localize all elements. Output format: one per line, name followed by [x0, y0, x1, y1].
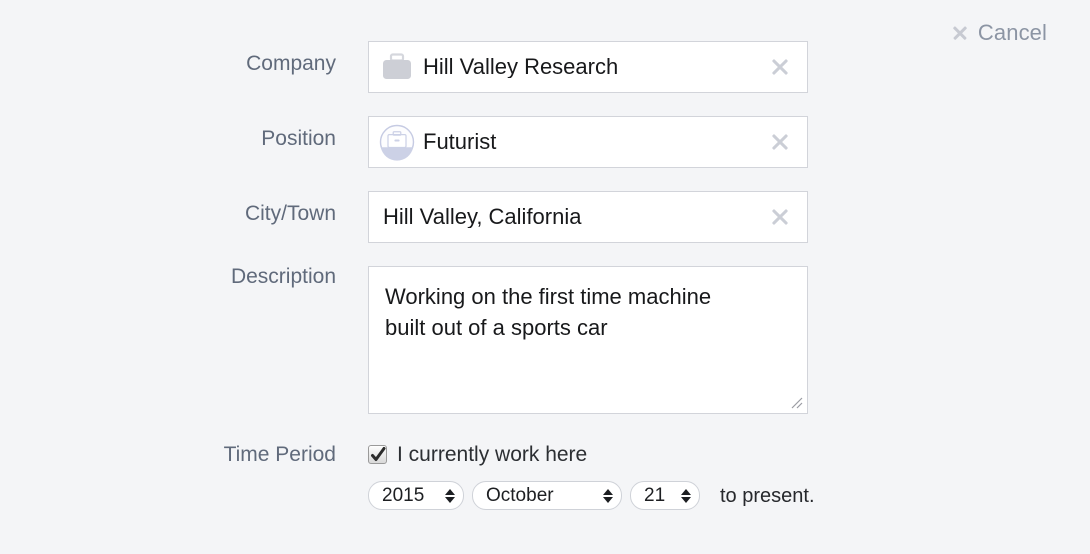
field-row-company: Company Hill Valley Research: [0, 41, 808, 93]
field-label-city: City/Town: [244, 202, 336, 225]
updown-arrows-icon: [675, 488, 699, 503]
field-label-position: Position: [261, 127, 336, 150]
position-input[interactable]: Futurist: [368, 116, 808, 168]
description-textarea-value: Working on the first time machine built …: [385, 284, 712, 340]
field-label-description: Description: [230, 265, 336, 288]
position-clear-icon[interactable]: [767, 129, 793, 155]
field-label-time-period: Time Period: [223, 443, 336, 466]
start-date-row: 2015 October 21 to present.: [368, 481, 1028, 510]
city-input[interactable]: Hill Valley, California: [368, 191, 808, 243]
updown-arrows-icon: [439, 488, 463, 503]
field-control-company: Hill Valley Research: [368, 41, 808, 93]
briefcase-avatar-icon: [379, 124, 415, 161]
currently-work-here-label: I currently work here: [397, 443, 588, 466]
field-row-position: Position Futurist: [0, 116, 808, 168]
briefcase-icon: [379, 49, 415, 85]
field-control-position: Futurist: [368, 116, 808, 168]
day-select-value: 21: [644, 485, 666, 506]
field-control-description: Working on the first time machine built …: [368, 266, 808, 414]
resize-handle-icon[interactable]: [790, 396, 804, 410]
year-select[interactable]: 2015: [368, 481, 464, 510]
field-label-company: Company: [246, 52, 336, 75]
company-clear-icon[interactable]: [767, 54, 793, 80]
updown-arrows-icon: [597, 488, 621, 503]
checkmark-icon: [371, 447, 386, 461]
position-input-value: Futurist: [423, 131, 497, 153]
close-x-icon: [952, 25, 969, 42]
field-row-description: Description Working on the first time ma…: [0, 266, 808, 414]
month-select-value: October: [486, 485, 554, 506]
to-present-text: to present.: [720, 484, 815, 507]
day-select[interactable]: 21: [630, 481, 700, 510]
currently-work-here-checkbox[interactable]: [368, 445, 387, 464]
city-clear-icon[interactable]: [767, 204, 793, 230]
field-row-time-period: Time Period I currently work here 2015 O…: [0, 444, 1028, 510]
currently-work-here-row: I currently work here: [368, 444, 1028, 465]
field-row-city: City/Town Hill Valley, California: [0, 191, 808, 243]
month-select[interactable]: October: [472, 481, 622, 510]
city-input-value: Hill Valley, California: [383, 206, 582, 228]
cancel-button[interactable]: Cancel: [952, 20, 1047, 46]
description-textarea[interactable]: Working on the first time machine built …: [368, 266, 808, 414]
field-control-time-period: I currently work here 2015 October 21 to…: [368, 444, 1028, 510]
year-select-value: 2015: [382, 485, 425, 506]
cancel-button-label: Cancel: [977, 20, 1047, 45]
company-input-value: Hill Valley Research: [423, 56, 619, 78]
company-input[interactable]: Hill Valley Research: [368, 41, 808, 93]
field-control-city: Hill Valley, California: [368, 191, 808, 243]
